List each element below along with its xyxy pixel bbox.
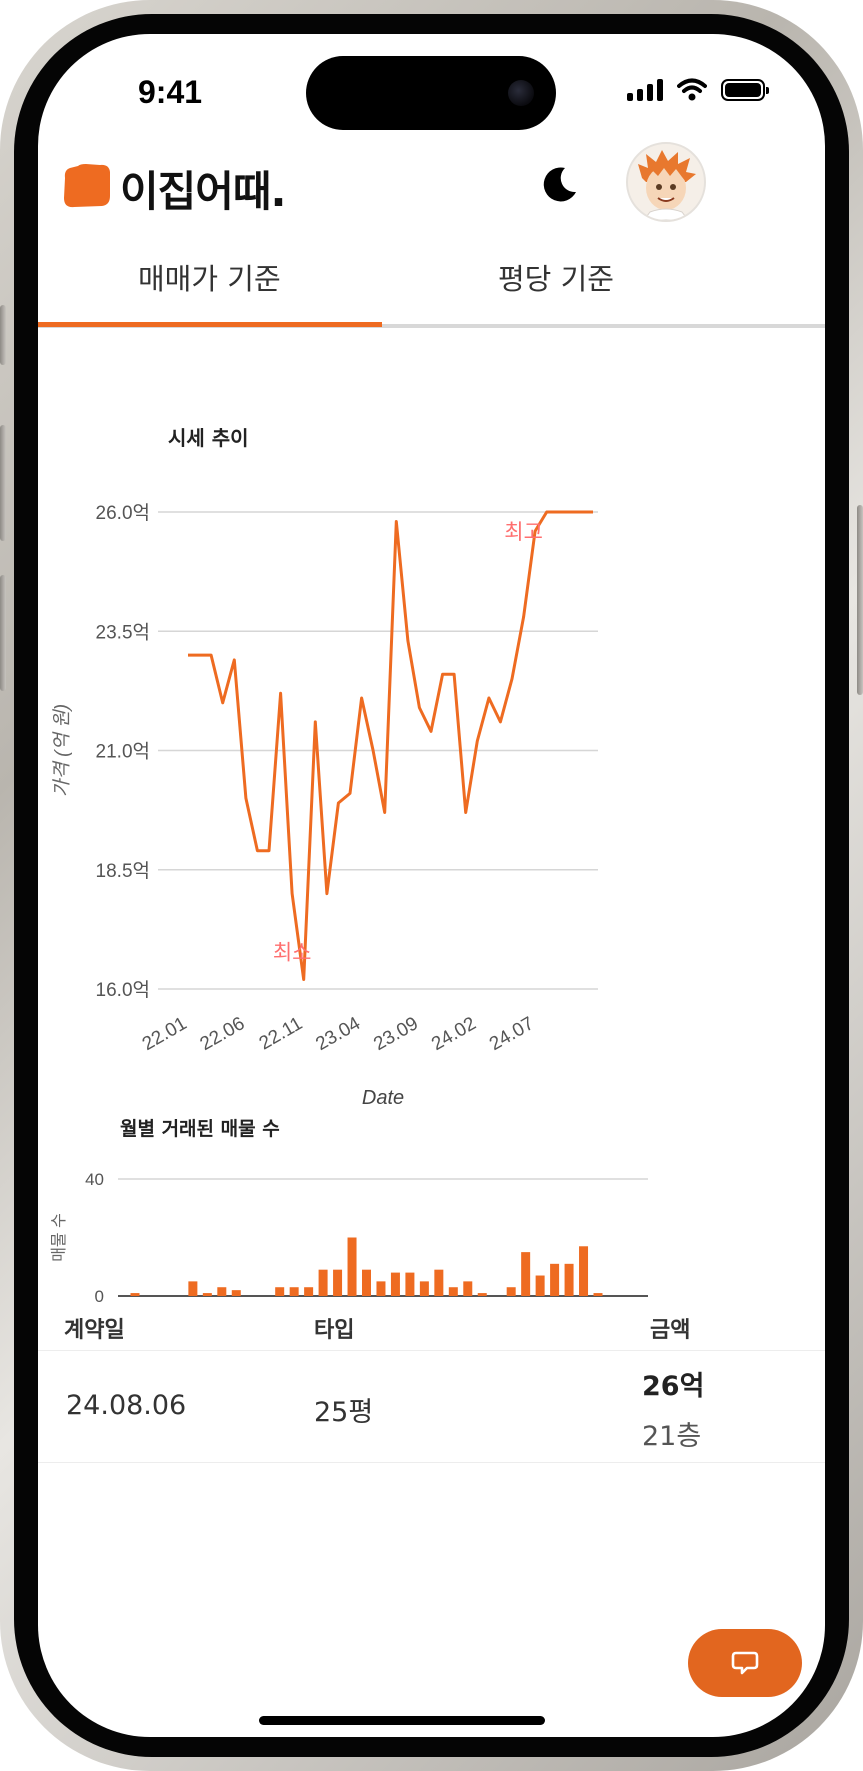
x-tick-label: 22.06: [197, 1013, 249, 1055]
x-tick-label: 23.09: [370, 1013, 422, 1055]
volume-bar: [593, 1293, 603, 1296]
tab-price-per-pyeong[interactable]: 평당 기준: [498, 256, 614, 298]
dark-mode-moon-icon[interactable]: [538, 164, 580, 206]
power-button: [857, 505, 863, 695]
status-icons: [627, 78, 769, 102]
volume-bar: [231, 1290, 241, 1296]
volume-bar: [347, 1237, 357, 1296]
volume-down-button: [0, 575, 6, 691]
x-tick-label: 23.04: [312, 1013, 364, 1055]
volume-bar: [405, 1272, 415, 1296]
volume-bar: [579, 1246, 589, 1296]
price-trend-chart: 16.0억 18.5억 21.0억 23.5억 26.0억 22.01 22.06 22.11…: [52, 502, 598, 1109]
volume-bar: [318, 1269, 328, 1296]
chat-bubble-icon: [731, 1651, 759, 1675]
chat-button[interactable]: [688, 1629, 802, 1697]
tab-sale-price[interactable]: 매매가 기준: [138, 256, 281, 298]
row-divider: [38, 1462, 825, 1463]
volume-bar: [564, 1263, 574, 1296]
front-camera: [508, 80, 534, 106]
status-time: 9:41: [138, 74, 203, 110]
volume-bar: [506, 1287, 516, 1296]
tab-active-indicator: [38, 322, 382, 327]
column-header-type[interactable]: 타입: [314, 1312, 354, 1344]
cell-type: 25평: [314, 1397, 374, 1428]
volume-bar: [419, 1281, 429, 1296]
cell-contract-date: 24.08.06: [66, 1390, 187, 1421]
volume-bar: [202, 1293, 212, 1296]
volume-up-button: [0, 425, 6, 541]
y-axis-label: 가격 (억 원): [52, 704, 73, 797]
logo-icon: [64, 164, 110, 208]
y-tick-label: 18.5억: [96, 860, 150, 882]
x-tick-label: 22.11: [256, 1013, 306, 1054]
volume-bar: [275, 1287, 285, 1296]
volume-bar: [376, 1281, 386, 1296]
cell-floor: 21층: [642, 1421, 702, 1452]
volume-bar: [130, 1293, 140, 1296]
header-divider: [38, 1350, 825, 1351]
cellular-signal-icon: [627, 79, 663, 101]
y-tick-label: 16.0억: [96, 979, 150, 1001]
column-header-date[interactable]: 계약일: [64, 1312, 125, 1344]
volume-bar: [333, 1269, 343, 1296]
volume-bar: [304, 1287, 314, 1296]
volume-bar: [434, 1269, 444, 1296]
app-logo-text[interactable]: 이집어때.: [120, 158, 287, 219]
volume-bar: [477, 1293, 487, 1296]
volume-bar: [289, 1287, 299, 1296]
volume-bar: [535, 1275, 545, 1296]
x-axis-label: Date: [362, 1087, 404, 1109]
x-tick-label: 24.02: [428, 1013, 480, 1055]
monthly-volume-chart: 0 40 Date 매물 수: [50, 1170, 648, 1309]
x-tick-label: 24.07: [486, 1013, 538, 1055]
max-annotation: 최고: [504, 521, 543, 544]
x-axis-label: Date: [365, 1308, 401, 1309]
app-screen: 9:41 이집어때. 매매가 기준 평당 기준 시세 추이 16.0억 18.5…: [38, 34, 825, 1737]
x-tick-label: 22.01: [139, 1013, 191, 1055]
wifi-icon: [677, 78, 707, 101]
avatar-image: [638, 150, 696, 220]
user-avatar[interactable]: [626, 142, 706, 222]
volume-bar: [390, 1272, 400, 1296]
y-tick-label: 26.0억: [96, 502, 150, 524]
battery-icon: [721, 79, 769, 101]
y-axis-label: 매물 수: [50, 1213, 68, 1262]
volume-bar: [463, 1281, 473, 1296]
volume-bar: [188, 1281, 198, 1296]
home-indicator: [259, 1716, 545, 1725]
action-button: [0, 305, 6, 365]
volume-bar: [448, 1287, 458, 1296]
dynamic-island: [306, 56, 556, 130]
column-header-amount[interactable]: 금액: [650, 1312, 690, 1344]
volume-bar: [550, 1263, 560, 1296]
y-tick-label: 21.0억: [96, 741, 150, 763]
cell-amount: 26억: [642, 1371, 705, 1402]
y-tick-label: 23.5억: [96, 621, 150, 643]
volume-bar: [521, 1252, 531, 1296]
price-series-line: [188, 510, 593, 981]
y-tick-label: 0: [95, 1287, 104, 1306]
volume-bar: [217, 1287, 227, 1296]
min-annotation: 최소: [273, 941, 312, 964]
y-tick-label: 40: [85, 1170, 104, 1189]
volume-bar: [362, 1269, 371, 1296]
